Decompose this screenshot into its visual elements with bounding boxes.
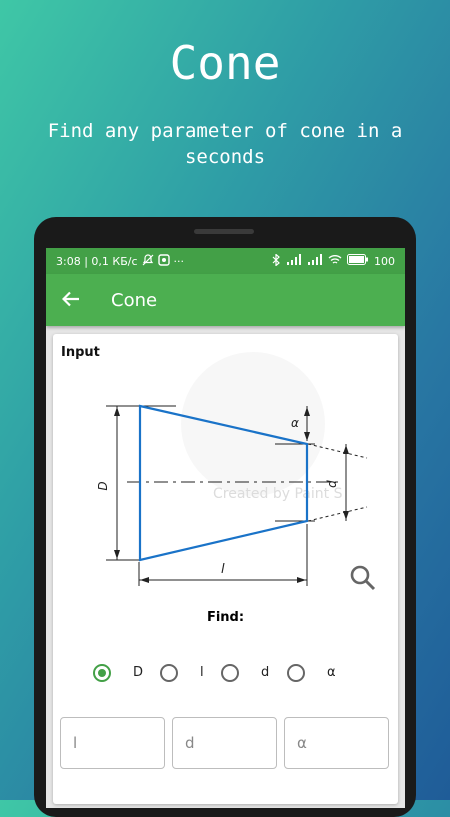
radio-label-alpha: α	[327, 665, 336, 680]
radio-label-D: D	[133, 665, 144, 680]
back-arrow-icon[interactable]	[46, 288, 96, 313]
zoom-icon[interactable]	[349, 564, 379, 594]
radio-D[interactable]	[93, 664, 111, 682]
watermark-logo	[181, 352, 325, 496]
battery-icon	[347, 254, 369, 268]
promo-title: Cone	[169, 36, 281, 90]
label-l: l	[221, 562, 225, 577]
phone-speaker	[194, 229, 254, 234]
more-notifications: ···	[173, 254, 185, 268]
app-bar: Cone	[46, 274, 405, 326]
battery-percent: 100	[374, 254, 395, 268]
calculator-card: Input Created by Paint S D d l α Find: D…	[53, 334, 398, 804]
promo-subtitle: Find any parameter of cone in a seconds	[47, 120, 403, 168]
app-screen: 3:08 | 0,1 КБ/с ··· 100 Cone Input Creat…	[46, 248, 405, 808]
bluetooth-icon	[272, 252, 281, 269]
label-alpha: α	[291, 416, 299, 430]
status-bar: 3:08 | 0,1 КБ/с ··· 100	[46, 248, 405, 274]
dnd-icon	[142, 253, 154, 269]
radio-d[interactable]	[221, 664, 239, 682]
app-notification-icon	[157, 253, 170, 269]
cone-diagram: Created by Paint S D d l α	[96, 352, 368, 586]
radio-label-d: d	[261, 665, 270, 680]
radio-l[interactable]	[160, 664, 178, 682]
app-bar-title: Cone	[111, 289, 158, 311]
input-field-l[interactable]: l	[60, 717, 165, 769]
find-label: Find:	[206, 610, 245, 625]
radio-label-l: l	[200, 665, 204, 680]
input-field-d[interactable]: d	[172, 717, 277, 769]
watermark-text: Created by Paint S	[213, 486, 343, 502]
wifi-icon	[328, 254, 342, 268]
radio-alpha[interactable]	[287, 664, 305, 682]
label-d: d	[325, 480, 339, 488]
phone-frame: 3:08 | 0,1 КБ/с ··· 100 Cone Input Creat…	[34, 217, 416, 817]
input-field-alpha[interactable]: α	[284, 717, 389, 769]
label-D: D	[96, 481, 110, 490]
signal-icon-2	[307, 254, 323, 268]
signal-icon-1	[286, 254, 302, 268]
status-time-speed: 3:08 | 0,1 КБ/с	[56, 254, 138, 268]
